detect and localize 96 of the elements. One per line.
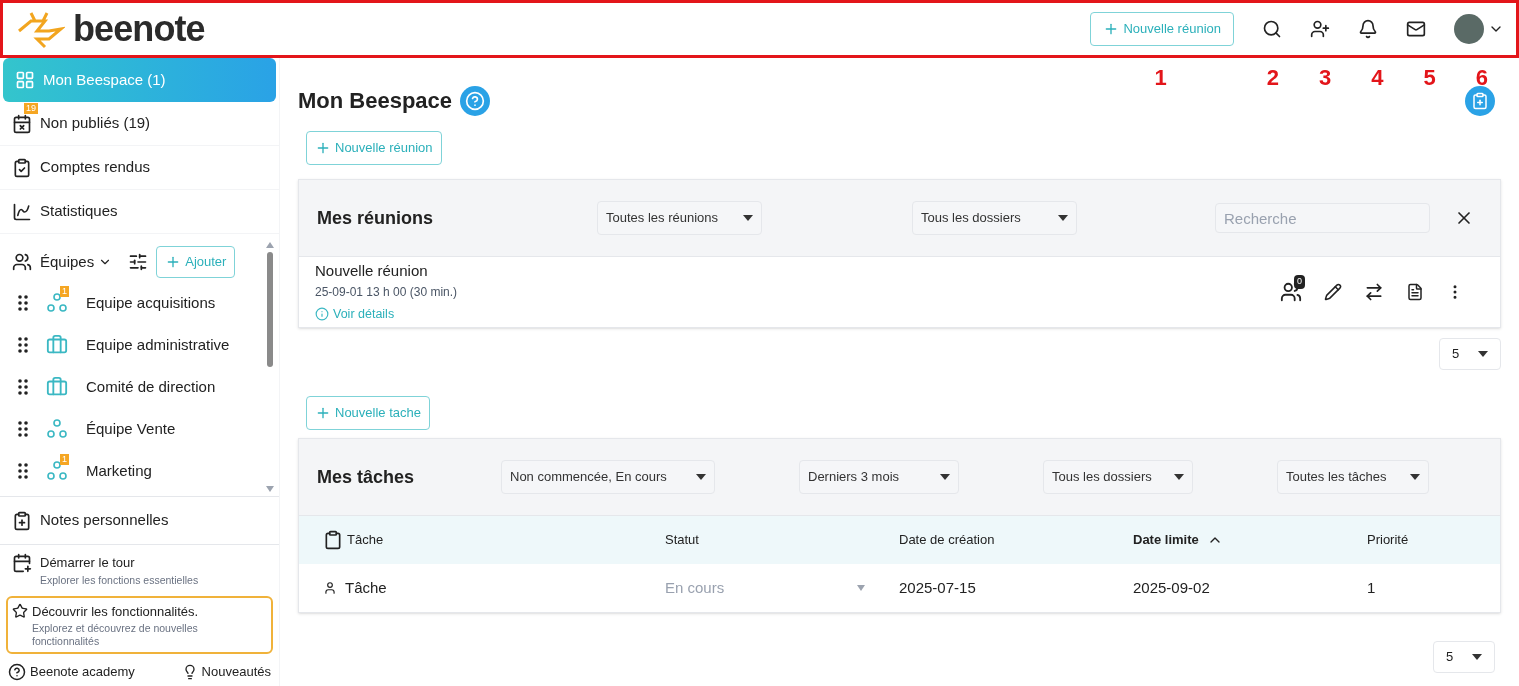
plus-icon (315, 405, 331, 421)
grid-icon (15, 70, 35, 90)
drag-handle-icon[interactable] (18, 295, 28, 311)
help-button[interactable] (460, 85, 491, 116)
team-icon (46, 460, 68, 482)
page-size-dropdown[interactable]: 5 (1433, 641, 1495, 673)
filter-dropdown[interactable]: Non commencée, En cours (501, 460, 715, 494)
help-icon (8, 662, 26, 681)
count-badge: 1 (60, 286, 69, 298)
caret-icon (1058, 215, 1068, 221)
avatar[interactable] (1454, 14, 1484, 44)
logo-wordmark: beenote (73, 11, 205, 47)
chart-icon (12, 201, 32, 222)
caret-icon (696, 474, 706, 480)
add-note-button[interactable] (1465, 85, 1495, 116)
column-header[interactable]: Date limite (1133, 530, 1199, 550)
team-icon (46, 292, 68, 314)
star-icon (12, 603, 28, 620)
table-cell-text: 1 (1367, 577, 1377, 598)
sidebar-item[interactable]: Statistiques (0, 190, 279, 234)
user-icon (323, 581, 337, 595)
filter-icon[interactable] (128, 252, 149, 272)
briefcase-icon (46, 376, 68, 398)
column-header[interactable]: Date de création (899, 530, 995, 550)
academy-link[interactable]: Beenote academy (30, 662, 135, 682)
callout-number: 2 (1266, 64, 1279, 92)
plus-icon (315, 140, 331, 156)
briefcase-icon (46, 334, 68, 356)
search-icon[interactable] (1262, 19, 1282, 39)
filter-dropdown[interactable]: Tous les dossiers (1043, 460, 1193, 494)
search-field[interactable]: Recherche (1215, 203, 1430, 233)
column-header[interactable]: Priorité (1367, 530, 1409, 550)
tour-title[interactable]: Démarrer le tour (40, 553, 199, 573)
sidebar-item[interactable]: Notes personnelles (40, 509, 169, 532)
users-icon (12, 252, 32, 272)
page-title: Mon Beespace (298, 87, 453, 115)
filter-dropdown[interactable]: Tous les dossiers (912, 201, 1077, 235)
caret-icon (1410, 474, 1420, 480)
drag-handle-icon[interactable] (18, 379, 28, 395)
clipboard-plus-icon (1471, 91, 1489, 110)
mail-icon[interactable] (1406, 19, 1426, 39)
document-icon[interactable] (1406, 283, 1424, 301)
section-title: Mes réunions (317, 206, 435, 230)
calendar-plus-icon (12, 553, 32, 573)
team-item[interactable]: Comité de direction (86, 375, 216, 399)
count-badge: 1 (60, 454, 69, 466)
table-cell-text: 2025-07-15 (899, 577, 977, 598)
transfer-icon[interactable] (1364, 282, 1384, 302)
callout-number: 5 (1423, 64, 1436, 92)
news-link[interactable]: Nouveautés (201, 662, 271, 682)
meeting-title[interactable]: Nouvelle réunion (315, 260, 458, 283)
edit-icon[interactable] (1324, 283, 1342, 301)
calendar-x-icon (12, 113, 32, 134)
page-size-dropdown[interactable]: 5 (1439, 338, 1501, 370)
table-cell-text: Tâche (345, 577, 387, 598)
team-item[interactable]: Équipe Vente (86, 417, 176, 441)
caret-icon (1174, 474, 1184, 480)
help-icon (465, 90, 486, 111)
caret-icon (743, 215, 753, 221)
clipboard-icon (323, 530, 343, 550)
callout-number: 3 (1319, 64, 1332, 92)
meeting-time: 25-09-01 13 h 00 (30 min.) (315, 283, 458, 301)
drag-handle-icon[interactable] (18, 337, 28, 353)
tour-subtitle: Explorer les fonctions essentielles (40, 572, 199, 588)
team-icon (46, 418, 68, 440)
filter-dropdown[interactable]: Toutes les tâches (1277, 460, 1429, 494)
table-cell-text: 2025-09-02 (1133, 577, 1211, 598)
drag-handle-icon[interactable] (18, 421, 28, 437)
filter-dropdown[interactable]: Derniers 3 mois (799, 460, 959, 494)
column-header[interactable]: Tâche (347, 530, 384, 550)
filter-dropdown[interactable]: Toutes les réunions (597, 201, 762, 235)
clipboard-plus-icon (12, 510, 32, 531)
callout-number: 4 (1371, 64, 1384, 92)
team-item[interactable]: Equipe administrative (86, 333, 230, 357)
add-user-icon[interactable] (1310, 19, 1330, 39)
caret-icon (1478, 351, 1488, 357)
teams-toggle[interactable]: Équipes (40, 250, 113, 274)
callout-number: 1 (1154, 64, 1167, 92)
clipboard-check-icon (12, 157, 32, 178)
discover-title: Découvrir les fonctionnalités. (32, 603, 200, 622)
count-badge: 19 (24, 103, 38, 115)
discover-subtitle: Explorez et découvrez de nouvelles fonctionnalités (32, 621, 199, 648)
discover-card[interactable]: Découvrir les fonctionnalités. Explorez et découvrez de nouvelles fonctionnalités (6, 596, 273, 654)
caret-icon (1472, 654, 1482, 660)
column-header[interactable]: Statut (665, 530, 699, 550)
callout-number: 6 (1475, 64, 1488, 92)
section-title: Mes tâches (317, 465, 416, 489)
sidebar-item[interactable]: Comptes rendus (0, 146, 279, 190)
sidebar-item[interactable]: Non publiés (19) 19 (0, 102, 279, 146)
team-item[interactable]: Marketing (86, 459, 152, 483)
bell-icon[interactable] (1358, 19, 1378, 39)
drag-handle-icon[interactable] (18, 463, 28, 479)
info-icon (315, 307, 329, 322)
team-item[interactable]: Equipe acquisitions (86, 291, 216, 315)
caret-icon (940, 474, 950, 480)
count-badge: 0 (1294, 275, 1305, 289)
